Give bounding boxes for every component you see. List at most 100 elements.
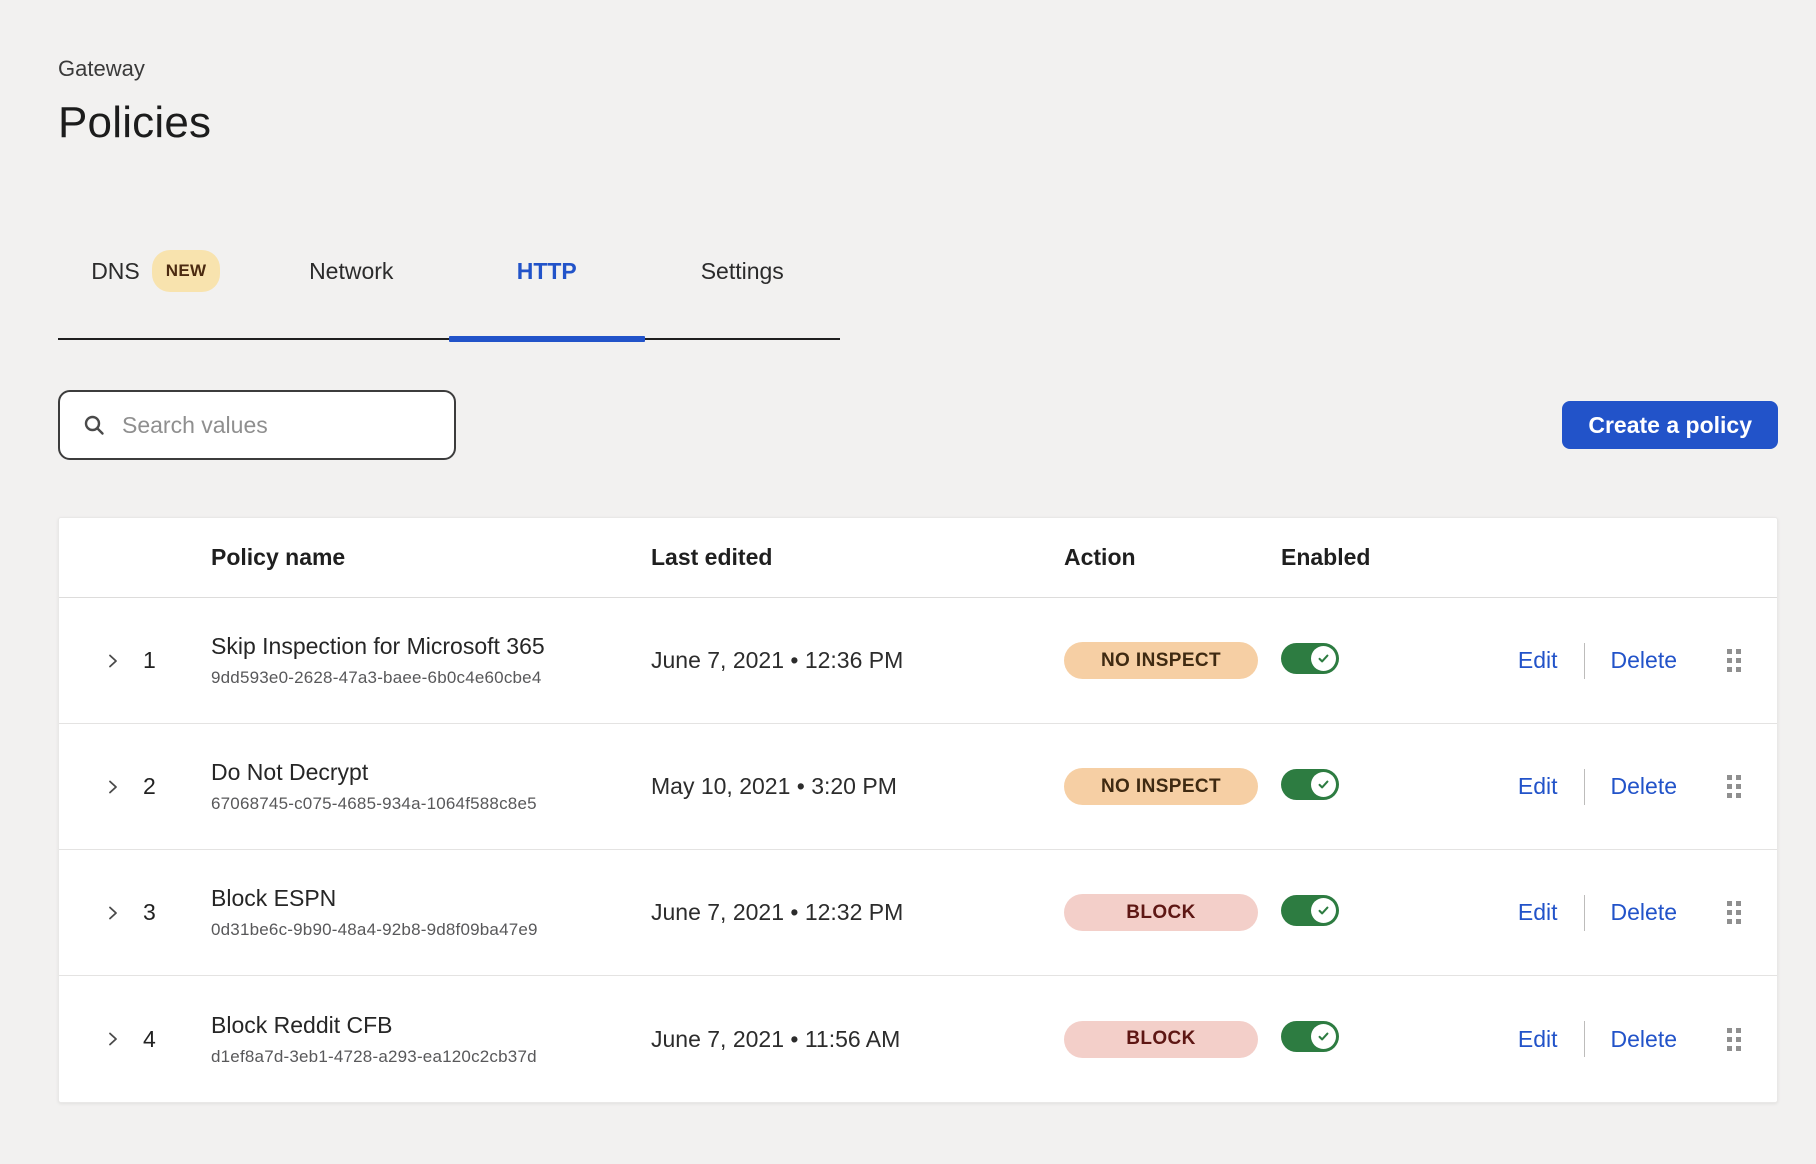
action-cell: BLOCK — [1064, 1021, 1269, 1058]
policy-name-cell: Block Reddit CFB d1ef8a7d-3eb1-4728-a293… — [211, 1012, 651, 1067]
drag-handle-icon[interactable] — [1727, 1028, 1741, 1051]
check-icon — [1316, 651, 1331, 666]
toggle-knob — [1311, 646, 1336, 671]
search-icon — [82, 413, 106, 437]
action-divider — [1584, 1021, 1585, 1057]
policies-table: Policy name Last edited Action Enabled 1… — [58, 517, 1778, 1103]
toolbar: Create a policy — [58, 390, 1778, 460]
expand-row-button[interactable] — [93, 1031, 133, 1047]
toggle-knob — [1311, 898, 1336, 923]
enabled-toggle[interactable] — [1281, 895, 1339, 926]
policy-name: Block ESPN — [211, 885, 651, 912]
tab-dns[interactable]: DNS NEW — [58, 250, 254, 338]
page-title: Policies — [58, 100, 1768, 146]
column-header-enabled: Enabled — [1269, 544, 1441, 571]
row-actions: Edit Delete — [1441, 769, 1741, 805]
check-icon — [1316, 777, 1331, 792]
policy-id: d1ef8a7d-3eb1-4728-a293-ea120c2cb37d — [211, 1047, 651, 1067]
edit-link[interactable]: Edit — [1518, 773, 1558, 800]
row-number: 1 — [133, 647, 211, 674]
action-divider — [1584, 895, 1585, 931]
action-cell: BLOCK — [1064, 894, 1269, 931]
create-policy-button[interactable]: Create a policy — [1562, 401, 1778, 449]
drag-handle-icon[interactable] — [1727, 649, 1741, 672]
tab-network[interactable]: Network — [254, 250, 450, 338]
tab-label: HTTP — [517, 258, 577, 284]
expand-row-button[interactable] — [93, 779, 133, 795]
tab-bar: DNS NEW Network HTTP Settings — [58, 250, 840, 340]
last-edited: June 7, 2021 • 11:56 AM — [651, 1026, 1064, 1053]
enabled-toggle[interactable] — [1281, 1021, 1339, 1052]
table-header: Policy name Last edited Action Enabled — [59, 518, 1777, 598]
policy-id: 67068745-c075-4685-934a-1064f588c8e5 — [211, 794, 651, 814]
check-icon — [1316, 1029, 1331, 1044]
delete-link[interactable]: Delete — [1611, 1026, 1677, 1053]
table-body: 1 Skip Inspection for Microsoft 365 9dd5… — [59, 598, 1777, 1102]
row-number: 2 — [133, 773, 211, 800]
table-row: 2 Do Not Decrypt 67068745-c075-4685-934a… — [59, 724, 1777, 850]
delete-link[interactable]: Delete — [1611, 647, 1677, 674]
expand-row-button[interactable] — [93, 653, 133, 669]
enabled-cell — [1269, 895, 1441, 931]
last-edited: May 10, 2021 • 3:20 PM — [651, 773, 1064, 800]
gateway-policies-page: Gateway Policies DNS NEW Network HTTP Se… — [0, 0, 1816, 1103]
policy-name-cell: Skip Inspection for Microsoft 365 9dd593… — [211, 633, 651, 688]
enabled-cell — [1269, 769, 1441, 805]
column-header-last-edited: Last edited — [651, 544, 1064, 571]
chevron-right-icon — [105, 1031, 121, 1047]
search-box[interactable] — [58, 390, 456, 460]
policy-name-cell: Do Not Decrypt 67068745-c075-4685-934a-1… — [211, 759, 651, 814]
policy-name: Skip Inspection for Microsoft 365 — [211, 633, 651, 660]
delete-link[interactable]: Delete — [1611, 773, 1677, 800]
last-edited: June 7, 2021 • 12:32 PM — [651, 899, 1064, 926]
action-badge: BLOCK — [1064, 1021, 1258, 1058]
row-actions: Edit Delete — [1441, 895, 1741, 931]
drag-handle-icon[interactable] — [1727, 775, 1741, 798]
table-row: 3 Block ESPN 0d31be6c-9b90-48a4-92b8-9d8… — [59, 850, 1777, 976]
column-header-policy-name: Policy name — [211, 544, 651, 571]
chevron-right-icon — [105, 779, 121, 795]
policy-name: Do Not Decrypt — [211, 759, 651, 786]
expand-row-button[interactable] — [93, 905, 133, 921]
enabled-cell — [1269, 643, 1441, 679]
table-row: 1 Skip Inspection for Microsoft 365 9dd5… — [59, 598, 1777, 724]
edit-link[interactable]: Edit — [1518, 1026, 1558, 1053]
action-divider — [1584, 643, 1585, 679]
row-actions: Edit Delete — [1441, 643, 1741, 679]
table-row: 4 Block Reddit CFB d1ef8a7d-3eb1-4728-a2… — [59, 976, 1777, 1102]
delete-link[interactable]: Delete — [1611, 899, 1677, 926]
policy-name: Block Reddit CFB — [211, 1012, 651, 1039]
chevron-right-icon — [105, 905, 121, 921]
row-number: 3 — [133, 899, 211, 926]
check-icon — [1316, 903, 1331, 918]
breadcrumb: Gateway — [58, 58, 1768, 80]
action-cell: NO INSPECT — [1064, 768, 1269, 805]
tab-label: Network — [309, 258, 393, 284]
tab-http[interactable]: HTTP — [449, 250, 645, 338]
tab-label: DNS — [91, 258, 140, 284]
policy-id: 9dd593e0-2628-47a3-baee-6b0c4e60cbe4 — [211, 668, 651, 688]
tab-settings[interactable]: Settings — [645, 250, 841, 338]
action-cell: NO INSPECT — [1064, 642, 1269, 679]
tab-label: Settings — [701, 258, 784, 284]
policy-id: 0d31be6c-9b90-48a4-92b8-9d8f09ba47e9 — [211, 920, 651, 940]
action-badge: NO INSPECT — [1064, 642, 1258, 679]
action-badge: BLOCK — [1064, 894, 1258, 931]
toggle-knob — [1311, 772, 1336, 797]
enabled-toggle[interactable] — [1281, 643, 1339, 674]
row-actions: Edit Delete — [1441, 1021, 1741, 1057]
toggle-knob — [1311, 1024, 1336, 1049]
last-edited: June 7, 2021 • 12:36 PM — [651, 647, 1064, 674]
search-input[interactable] — [122, 412, 436, 439]
policy-name-cell: Block ESPN 0d31be6c-9b90-48a4-92b8-9d8f0… — [211, 885, 651, 940]
chevron-right-icon — [105, 653, 121, 669]
edit-link[interactable]: Edit — [1518, 899, 1558, 926]
action-badge: NO INSPECT — [1064, 768, 1258, 805]
drag-handle-icon[interactable] — [1727, 901, 1741, 924]
new-badge: NEW — [152, 250, 221, 292]
column-header-action: Action — [1064, 544, 1269, 571]
row-number: 4 — [133, 1026, 211, 1053]
action-divider — [1584, 769, 1585, 805]
enabled-toggle[interactable] — [1281, 769, 1339, 800]
edit-link[interactable]: Edit — [1518, 647, 1558, 674]
